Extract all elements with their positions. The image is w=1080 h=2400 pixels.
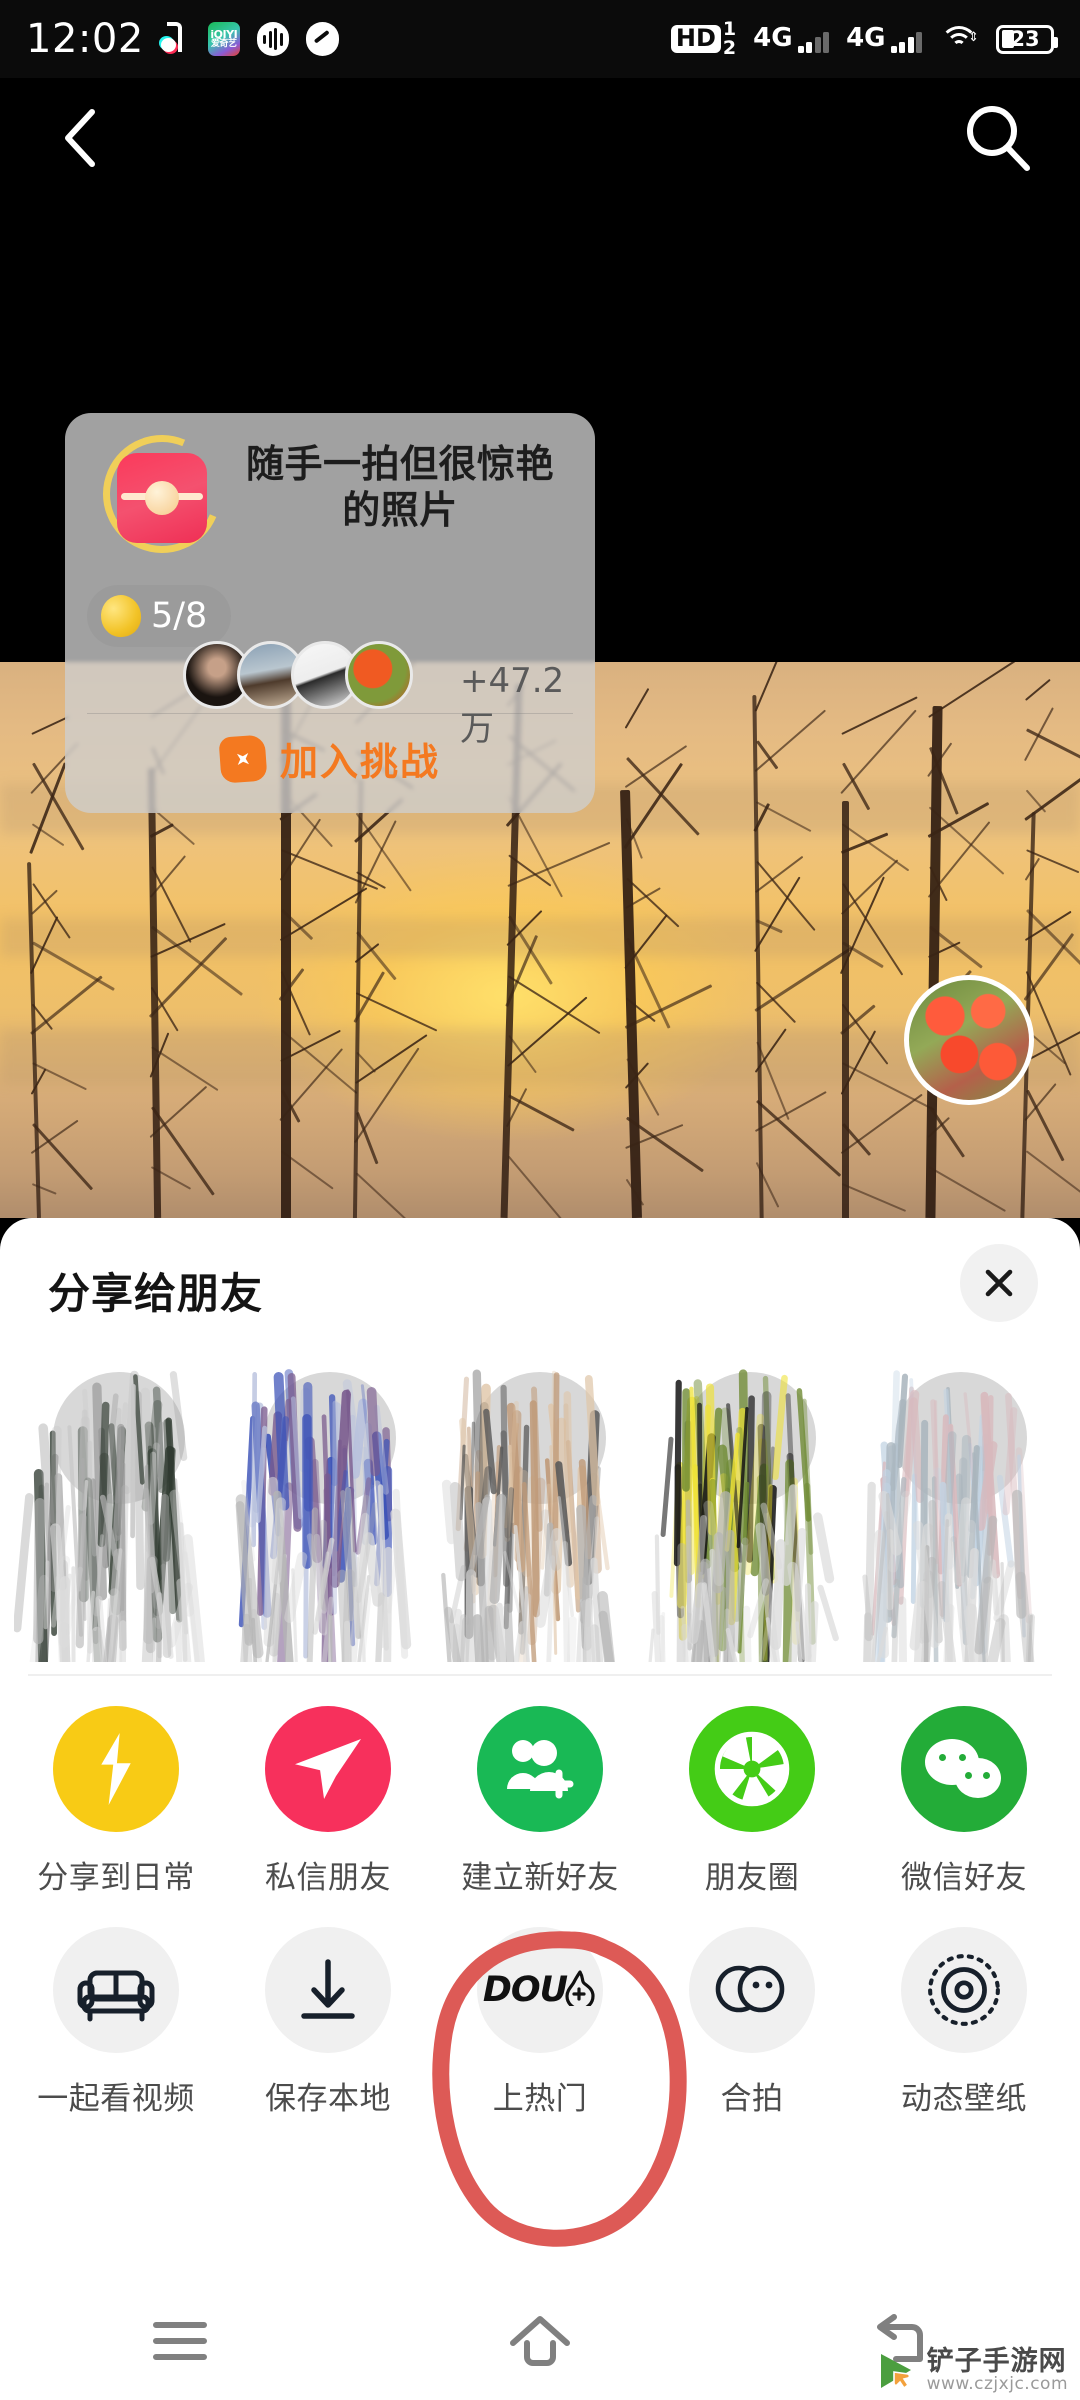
friend-item[interactable]	[856, 1362, 1066, 1662]
signal-4g-sim1-icon: 4G	[753, 23, 830, 53]
share-action-label: 动态壁纸	[901, 2081, 1027, 2117]
home-button[interactable]	[360, 2313, 720, 2369]
divider	[87, 713, 573, 714]
challenge-participant-avatars[interactable]	[183, 641, 413, 709]
challenge-title: 随手一拍但很惊艳的照片	[245, 442, 554, 533]
challenge-progress: 5/8	[87, 585, 232, 647]
cursor-play-icon	[873, 2348, 919, 2394]
recents-button[interactable]	[0, 2318, 360, 2364]
share-action-label: 上热门	[492, 2081, 588, 2117]
paper-plane-icon	[265, 1706, 391, 1832]
share-action-paper-plane[interactable]: 私信朋友	[222, 1706, 434, 1897]
iqiyi-label-2: 爱奇艺	[211, 39, 237, 49]
site-watermark: 铲子手游网 www.czjxjc.com	[873, 2345, 1068, 2395]
signal-4g-sim2-icon: 4G	[846, 25, 922, 53]
hd-voice-icon: HD 1 2	[670, 19, 737, 59]
net1-label: 4G	[753, 23, 793, 53]
share-sheet-title: 分享给朋友	[48, 1269, 264, 1318]
share-action-dou-plus[interactable]: DOU 上热门	[434, 1927, 646, 2118]
share-action-label: 微信好友	[901, 1860, 1027, 1896]
status-bar: 12:02 iQIYI 爱奇艺 HD 1 2 4G 4G ⇕ 23	[0, 0, 1080, 78]
share-actions-row-1: 分享到日常 私信朋友 建立新好友 朋友圈 微信好友	[0, 1706, 1080, 1897]
challenge-progress-count: 5/8	[151, 596, 208, 636]
share-sheet-header: 分享给朋友	[0, 1218, 1080, 1356]
join-challenge-label: 加入挑战	[279, 740, 440, 784]
share-action-wechat[interactable]: 微信好友	[858, 1706, 1070, 1897]
share-action-label: 私信朋友	[265, 1860, 391, 1896]
lightning-bolt-icon	[53, 1706, 179, 1832]
wechat-bubble-small	[955, 1758, 1001, 1798]
hd-label: HD	[670, 25, 721, 53]
share-action-label: 分享到日常	[37, 1860, 195, 1896]
share-action-label: 保存本地	[265, 2081, 391, 2117]
friend-item[interactable]	[645, 1362, 855, 1662]
share-action-live-wallpaper[interactable]: 动态壁纸	[858, 1927, 1070, 2118]
chevron-left-icon[interactable]	[42, 100, 118, 176]
lightning-bolt-icon	[101, 1733, 131, 1805]
challenge-card[interactable]: 随手一拍但很惊艳的照片 5/8 +47.2万 加入挑战	[65, 413, 595, 813]
close-icon[interactable]	[960, 1244, 1038, 1322]
speedometer-icon	[305, 22, 339, 56]
sofa-icon	[53, 1927, 179, 2053]
paper-plane-icon	[295, 1739, 361, 1799]
flame-plus-badge-icon	[563, 1970, 597, 2011]
share-action-label: 建立新好友	[461, 1860, 619, 1896]
wifi-icon: ⇕	[939, 24, 979, 54]
friend-avatar	[53, 1372, 186, 1504]
add-friend-icon	[477, 1706, 603, 1832]
participant-avatar	[345, 641, 413, 709]
watermark-site-name: 铲子手游网	[926, 2345, 1067, 2377]
share-action-sofa[interactable]: 一起看视频	[10, 1927, 222, 2118]
duet-icon	[689, 1927, 815, 2053]
friend-list[interactable]	[14, 1356, 1066, 1668]
dou-plus-icon: DOU	[477, 1927, 603, 2053]
share-action-label: 朋友圈	[704, 1860, 800, 1896]
friend-avatar	[894, 1372, 1027, 1504]
status-clock: 12:02	[26, 16, 144, 62]
iqiyi-icon: iQIYI 爱奇艺	[207, 22, 240, 56]
top-navigation	[0, 78, 1080, 198]
share-sheet: 分享给朋友 分享到日常 私信朋友 建立新好友 朋友圈 微信好友 一起看视频 保存…	[0, 1218, 1080, 2326]
lemon-icon	[98, 592, 144, 640]
wechat-moments-icon	[689, 1706, 815, 1832]
friend-item[interactable]	[435, 1362, 645, 1662]
share-action-download[interactable]: 保存本地	[222, 1927, 434, 2118]
friend-avatar	[263, 1372, 396, 1504]
sim2-label: 2	[722, 37, 737, 59]
battery-icon: 23	[996, 24, 1058, 54]
share-action-wechat-moments[interactable]: 朋友圈	[646, 1706, 858, 1897]
avatar[interactable]	[904, 975, 1034, 1105]
friend-item[interactable]	[14, 1362, 224, 1662]
share-action-add-friend[interactable]: 建立新好友	[434, 1706, 646, 1897]
friend-item[interactable]	[224, 1362, 434, 1662]
share-actions-row-2: 一起看视频 保存本地 DOU 上热门 合拍 动态壁纸	[0, 1927, 1080, 2118]
flame-plus-icon	[218, 733, 268, 784]
friend-avatar	[684, 1372, 817, 1504]
share-action-label: 合拍	[720, 2081, 784, 2117]
net2-label: 4G	[846, 23, 886, 53]
share-action-label: 一起看视频	[37, 2081, 195, 2117]
download-icon	[265, 1927, 391, 2053]
phone-screen: 随手一拍但很惊艳的照片 5/8 +47.2万 加入挑战 12:02 iQIYI …	[0, 0, 1080, 2400]
join-challenge-button[interactable]: 加入挑战	[65, 731, 595, 786]
watermark-site-url: www.czjxjc.com	[926, 2374, 1068, 2395]
wechat-icon	[901, 1706, 1027, 1832]
gift-prop-icon	[85, 417, 239, 571]
share-action-duet[interactable]: 合拍	[646, 1927, 858, 2118]
friend-avatar	[473, 1372, 606, 1504]
share-action-lightning-bolt[interactable]: 分享到日常	[10, 1706, 222, 1897]
tiktok-icon	[160, 22, 191, 56]
battery-level: 23	[1010, 26, 1040, 51]
search-icon[interactable]	[958, 98, 1038, 178]
live-wallpaper-icon	[901, 1927, 1027, 2053]
dou-text: DOU	[482, 1970, 568, 2010]
divider	[28, 1674, 1052, 1676]
audio-wave-icon	[256, 22, 289, 56]
